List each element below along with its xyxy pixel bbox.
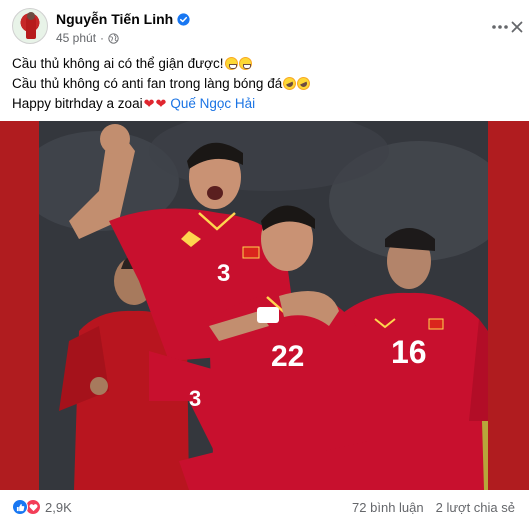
post-photo-frame[interactable]: 16 3 3 22 xyxy=(0,121,529,490)
engagement-counts: 72 bình luận 2 lượt chia sẻ xyxy=(352,500,515,515)
avatar-head xyxy=(27,12,35,20)
caption-text-2: Cầu thủ không có anti fan trong làng bón… xyxy=(12,76,283,91)
caption-line-3: Happy bitrhday a zoai❤❤ Quế Ngọc Hải xyxy=(12,94,512,114)
meta-separator: · xyxy=(100,31,105,45)
post-photo[interactable]: 16 3 3 22 xyxy=(39,121,488,490)
heart-emoji-icon: ❤ xyxy=(155,96,167,111)
caption-line-2: Cầu thủ không có anti fan trong làng bón… xyxy=(12,74,512,94)
caption-line-1: Cầu thủ không ai có thể giận được! xyxy=(12,54,512,74)
verified-badge-icon xyxy=(177,12,190,26)
jersey-number-3-shorts: 3 xyxy=(189,386,201,411)
comments-count[interactable]: 72 bình luận xyxy=(352,500,424,515)
heart-emoji-icon: ❤ xyxy=(143,96,155,111)
author-name[interactable]: Nguyễn Tiến Linh xyxy=(56,11,173,27)
reaction-icons xyxy=(12,499,41,515)
jersey-number-16: 16 xyxy=(391,334,427,370)
caption-text-1: Cầu thủ không ai có thể giận được! xyxy=(12,56,224,71)
photo-illustration: 16 3 3 22 xyxy=(39,121,488,490)
shares-count[interactable]: 2 lượt chia sẻ xyxy=(436,500,515,515)
grin-emoji-icon xyxy=(224,57,238,70)
mention-link[interactable]: Quế Ngọc Hải xyxy=(170,96,255,111)
post-meta: 45 phút · xyxy=(56,31,119,45)
facebook-post: Nguyễn Tiến Linh 45 phút · Cầu thủ không… xyxy=(0,0,529,528)
reactions-summary[interactable]: 2,9K xyxy=(12,499,72,515)
post-stats: 2,9K 72 bình luận 2 lượt chia sẻ xyxy=(0,496,529,522)
author-row: Nguyễn Tiến Linh xyxy=(56,11,190,27)
caption-text-3: Happy bitrhday a zoai xyxy=(12,96,143,111)
jersey-number-3: 3 xyxy=(217,260,230,287)
close-icon xyxy=(511,21,523,33)
post-time[interactable]: 45 phút xyxy=(56,31,96,45)
post-header: Nguyễn Tiến Linh 45 phút · xyxy=(0,0,529,52)
rofl-emoji-icon xyxy=(295,74,313,93)
close-button[interactable] xyxy=(505,14,529,40)
reaction-count[interactable]: 2,9K xyxy=(45,500,72,515)
globe-icon xyxy=(108,32,119,44)
author-avatar[interactable] xyxy=(12,8,48,44)
post-caption: Cầu thủ không ai có thể giận được! Cầu t… xyxy=(12,54,512,114)
grin-emoji-icon xyxy=(238,57,252,70)
like-reaction-icon xyxy=(12,499,28,515)
jersey-number-22: 22 xyxy=(271,340,304,373)
